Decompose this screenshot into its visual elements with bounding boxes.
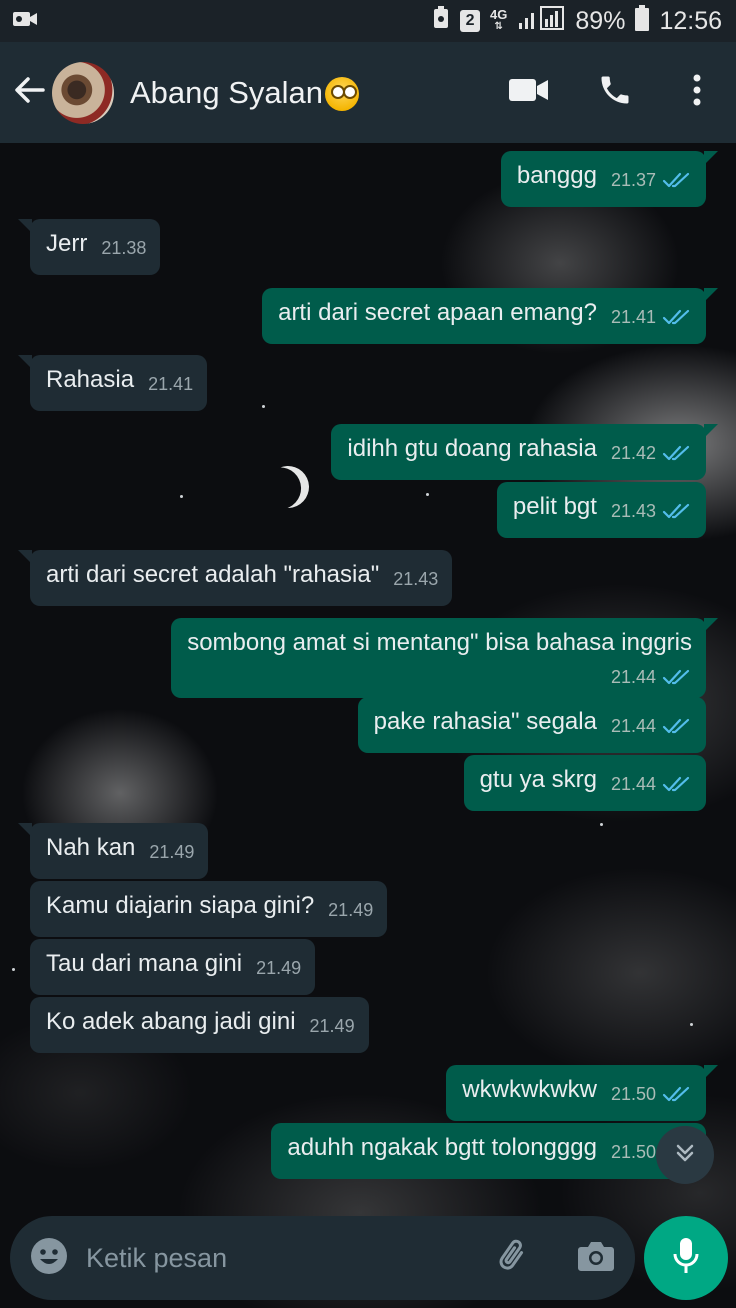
message-time: 21.49: [309, 1016, 355, 1036]
message-time: 21.50: [610, 1142, 656, 1162]
wallpaper-star: [12, 968, 15, 971]
smiley-icon: [30, 1237, 68, 1280]
wallpaper-star: [262, 405, 265, 408]
message-bubble[interactable]: wkwkwkwkw 21.50: [446, 1065, 718, 1121]
message-bubble[interactable]: Kamu diajarin siapa gini? 21.49: [30, 881, 388, 937]
voice-message-button[interactable]: [644, 1216, 728, 1300]
message-text: Jerr: [46, 230, 88, 257]
battery-icon: [635, 4, 650, 38]
message-text: pake rahasia" segala: [373, 708, 597, 735]
message-bubble[interactable]: arti dari secret apaan emang? 21.41: [262, 288, 718, 344]
message-text: pelit bgt: [512, 493, 597, 520]
chat-header: Abang Syalan: [0, 42, 736, 143]
message-time: 21.37: [610, 170, 656, 190]
more-options-button[interactable]: [658, 42, 736, 143]
message-bubble[interactable]: Tau dari mana gini 21.49: [30, 939, 316, 995]
message-bubble[interactable]: idihh gtu doang rahasia 21.42: [331, 424, 718, 480]
message-time: 21.38: [101, 238, 147, 258]
double-check-icon: [662, 776, 690, 792]
message-composer: [10, 1216, 635, 1300]
message-text: Kamu diajarin siapa gini?: [46, 892, 315, 919]
message-time: 21.49: [328, 900, 374, 920]
message-bubble[interactable]: arti dari secret adalah "rahasia" 21.43: [17, 550, 453, 606]
message-text: Ko adek abang jadi gini: [46, 1008, 296, 1035]
video-recording-icon: [12, 7, 38, 36]
message-text: idihh gtu doang rahasia: [347, 435, 597, 462]
message-text: Rahasia: [46, 366, 135, 393]
double-check-icon: [662, 718, 690, 734]
message-input[interactable]: [86, 1242, 493, 1274]
message-time: 21.43: [610, 501, 656, 521]
paperclip-icon: [494, 1236, 534, 1281]
message-time: 21.44: [610, 774, 656, 794]
message-text: Nah kan: [46, 834, 136, 861]
double-check-icon: [662, 669, 690, 685]
signal-icon: [517, 5, 565, 38]
message-time: 21.49: [256, 958, 302, 978]
message-text: arti dari secret adalah "rahasia": [46, 561, 380, 588]
camera-icon: [577, 1240, 615, 1277]
message-time: 21.44: [610, 667, 656, 687]
message-time: 21.43: [393, 569, 439, 589]
message-text: arti dari secret apaan emang?: [278, 299, 597, 326]
double-chevron-down-icon: [673, 1141, 697, 1170]
message-bubble[interactable]: banggg 21.37: [500, 151, 719, 207]
message-text: sombong amat si mentang" bisa bahasa ing…: [187, 629, 692, 656]
microphone-icon: [671, 1236, 701, 1281]
message-bubble[interactable]: Jerr 21.38: [17, 219, 161, 275]
message-text: gtu ya skrg: [479, 766, 597, 793]
message-time: 21.44: [610, 716, 656, 736]
emoji-button[interactable]: [28, 1237, 70, 1279]
phone-icon: [597, 72, 633, 113]
battery-percent: 89%: [575, 6, 626, 35]
status-bar: 2 4G ⇅ 89% 12:56: [0, 0, 736, 42]
double-check-icon: [662, 1086, 690, 1102]
message-time: 21.49: [149, 842, 195, 862]
double-check-icon: [662, 445, 690, 461]
double-check-icon: [662, 503, 690, 519]
message-text: aduhh ngakak bgtt tolongggg: [287, 1134, 597, 1161]
contact-avatar[interactable]: [52, 61, 114, 124]
contact-name-text: Abang Syalan: [130, 74, 324, 110]
video-camera-icon: [509, 77, 549, 108]
message-text: banggg: [516, 162, 597, 189]
message-bubble[interactable]: pelit bgt 21.43: [496, 482, 706, 538]
rolling-eyes-emoji-icon: [325, 76, 360, 111]
message-bubble[interactable]: pake rahasia" segala 21.44: [357, 697, 706, 753]
sim-badge: 2: [460, 10, 481, 32]
message-time: 21.41: [610, 307, 656, 327]
message-time: 21.41: [148, 374, 194, 394]
message-list[interactable]: banggg 21.37 Jerr 21.38 arti dari secret…: [0, 143, 736, 1308]
message-bubble[interactable]: sombong amat si mentang" bisa bahasa ing…: [171, 618, 718, 698]
message-bubble[interactable]: Rahasia 21.41: [17, 355, 208, 411]
scroll-to-bottom-button[interactable]: [656, 1126, 714, 1184]
camera-button[interactable]: [575, 1237, 617, 1279]
arrow-left-icon: [13, 74, 45, 111]
wallpaper-star: [600, 823, 603, 826]
wallpaper-star: [690, 1023, 693, 1026]
message-bubble[interactable]: Ko adek abang jadi gini 21.49: [30, 997, 369, 1053]
video-call-button[interactable]: [486, 42, 572, 143]
wallpaper-star: [426, 493, 429, 496]
message-bubble[interactable]: aduhh ngakak bgtt tolongggg 21.50: [271, 1123, 706, 1179]
wallpaper-star: [180, 495, 183, 498]
attach-button[interactable]: [493, 1237, 535, 1279]
contact-name[interactable]: Abang Syalan: [130, 74, 360, 111]
message-text: Tau dari mana gini: [46, 950, 243, 977]
network-type: 4G ⇅: [490, 7, 508, 32]
message-time: 21.42: [610, 443, 656, 463]
voice-call-button[interactable]: [572, 42, 658, 143]
message-bubble[interactable]: Nah kan 21.49: [17, 823, 209, 879]
double-check-icon: [662, 172, 690, 188]
message-bubble[interactable]: gtu ya skrg 21.44: [463, 755, 706, 811]
message-time: 21.50: [610, 1084, 656, 1104]
message-text: wkwkwkwkw: [462, 1076, 597, 1103]
clock: 12:56: [659, 6, 722, 35]
back-button[interactable]: [0, 42, 58, 143]
data-saver-icon: [432, 5, 450, 37]
more-vertical-icon: [692, 74, 702, 111]
double-check-icon: [662, 309, 690, 325]
wallpaper-moon: [261, 460, 315, 514]
